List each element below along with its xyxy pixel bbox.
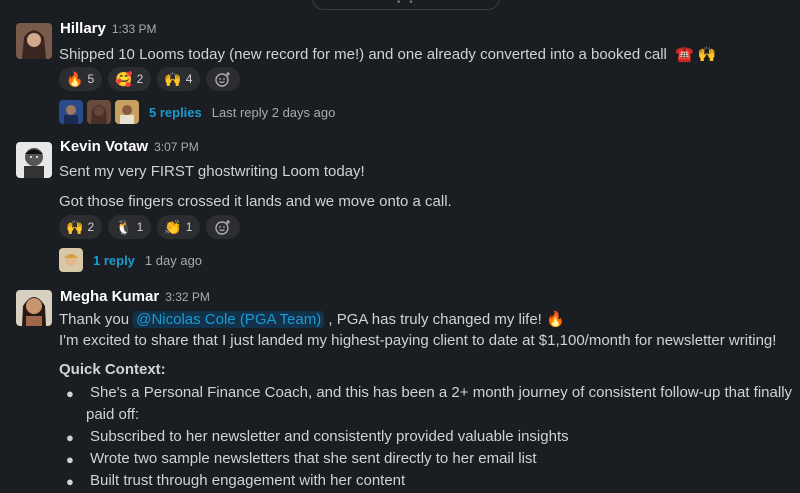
list-item: Wrote two sample newsletters that she se… [90,450,537,467]
message-text: Sent my very FIRST ghostwriting Loom tod… [59,163,365,180]
reaction-penguin[interactable]: 🐧 1 [108,215,152,239]
message-hillary: Hillary 1:33 PM Shipped 10 Looms today (n… [0,20,800,124]
reply-avatar [59,100,83,124]
bullet-dot: ● [66,430,74,445]
message-text: Thank you @Nicolas Cole (PGA Team) , PGA… [59,311,565,328]
timestamp[interactable]: 3:32 PM [165,290,210,304]
last-reply-time: 1 day ago [144,252,203,268]
list-item-continuation: paid off: [86,406,140,423]
date-divider-pill[interactable]: • • [312,0,500,10]
reaction-fire[interactable]: 🔥 5 [59,67,103,91]
author-name[interactable]: Megha Kumar [60,288,159,305]
reaction-raised-hands[interactable]: 🙌 4 [157,67,201,91]
message-text: Got those fingers crossed it lands and w… [59,193,452,210]
message-header: Megha Kumar 3:32 PM [60,288,210,305]
bullet-dot: ● [66,474,74,489]
avatar[interactable] [16,142,52,178]
bullet-dot: ● [66,452,74,467]
timestamp[interactable]: 3:07 PM [154,140,199,154]
timestamp[interactable]: 1:33 PM [112,22,157,36]
replies-link[interactable]: 1 reply [93,253,135,268]
author-name[interactable]: Kevin Votaw [60,138,148,155]
fire-emoji: 🔥 [546,311,565,328]
add-reaction-icon [215,72,231,87]
message-header: Kevin Votaw 3:07 PM [60,138,199,155]
reactions-bar: 🙌 2 🐧 1 👏 1 [59,215,241,239]
message-header: Hillary 1:33 PM [60,20,157,37]
list-item: She's a Personal Finance Coach, and this… [90,384,793,401]
reactions-bar: 🔥 5 🥰 2 🙌 4 [59,67,241,91]
author-name[interactable]: Hillary [60,20,106,37]
reply-avatar [59,248,83,272]
avatar[interactable] [16,23,52,59]
reply-avatar [87,100,111,124]
message-megha: Megha Kumar 3:32 PM Thank you @Nicolas Co… [0,288,800,493]
message-kevin: Kevin Votaw 3:07 PM Sent my very FIRST gh… [0,138,800,272]
last-reply-time: Last reply 2 days ago [211,104,336,120]
thread-summary[interactable]: 1 reply 1 day ago [59,248,202,272]
reaction-clap[interactable]: 👏 1 [157,215,201,239]
message-text: I'm excited to share that I just landed … [59,332,777,349]
list-item: Subscribed to her newsletter and consist… [90,428,569,445]
context-heading: Quick Context: [59,361,166,378]
reaction-smiling-hearts[interactable]: 🥰 2 [108,67,152,91]
reaction-raised-hands[interactable]: 🙌 2 [59,215,103,239]
add-reaction-button[interactable] [206,215,241,239]
user-mention[interactable]: @Nicolas Cole (PGA Team) [133,311,325,328]
add-reaction-button[interactable] [206,67,241,91]
message-text: Shipped 10 Looms today (new record for m… [59,46,717,63]
telephone-emoji: ☎️ 🙌 [675,46,717,63]
avatar[interactable] [16,290,52,326]
bullet-dot: ● [66,386,74,401]
list-item: Built trust through engagement with her … [90,472,406,489]
reply-avatar [115,100,139,124]
thread-summary[interactable]: 5 replies Last reply 2 days ago [59,100,335,124]
replies-link[interactable]: 5 replies [149,105,202,120]
add-reaction-icon [215,220,231,235]
